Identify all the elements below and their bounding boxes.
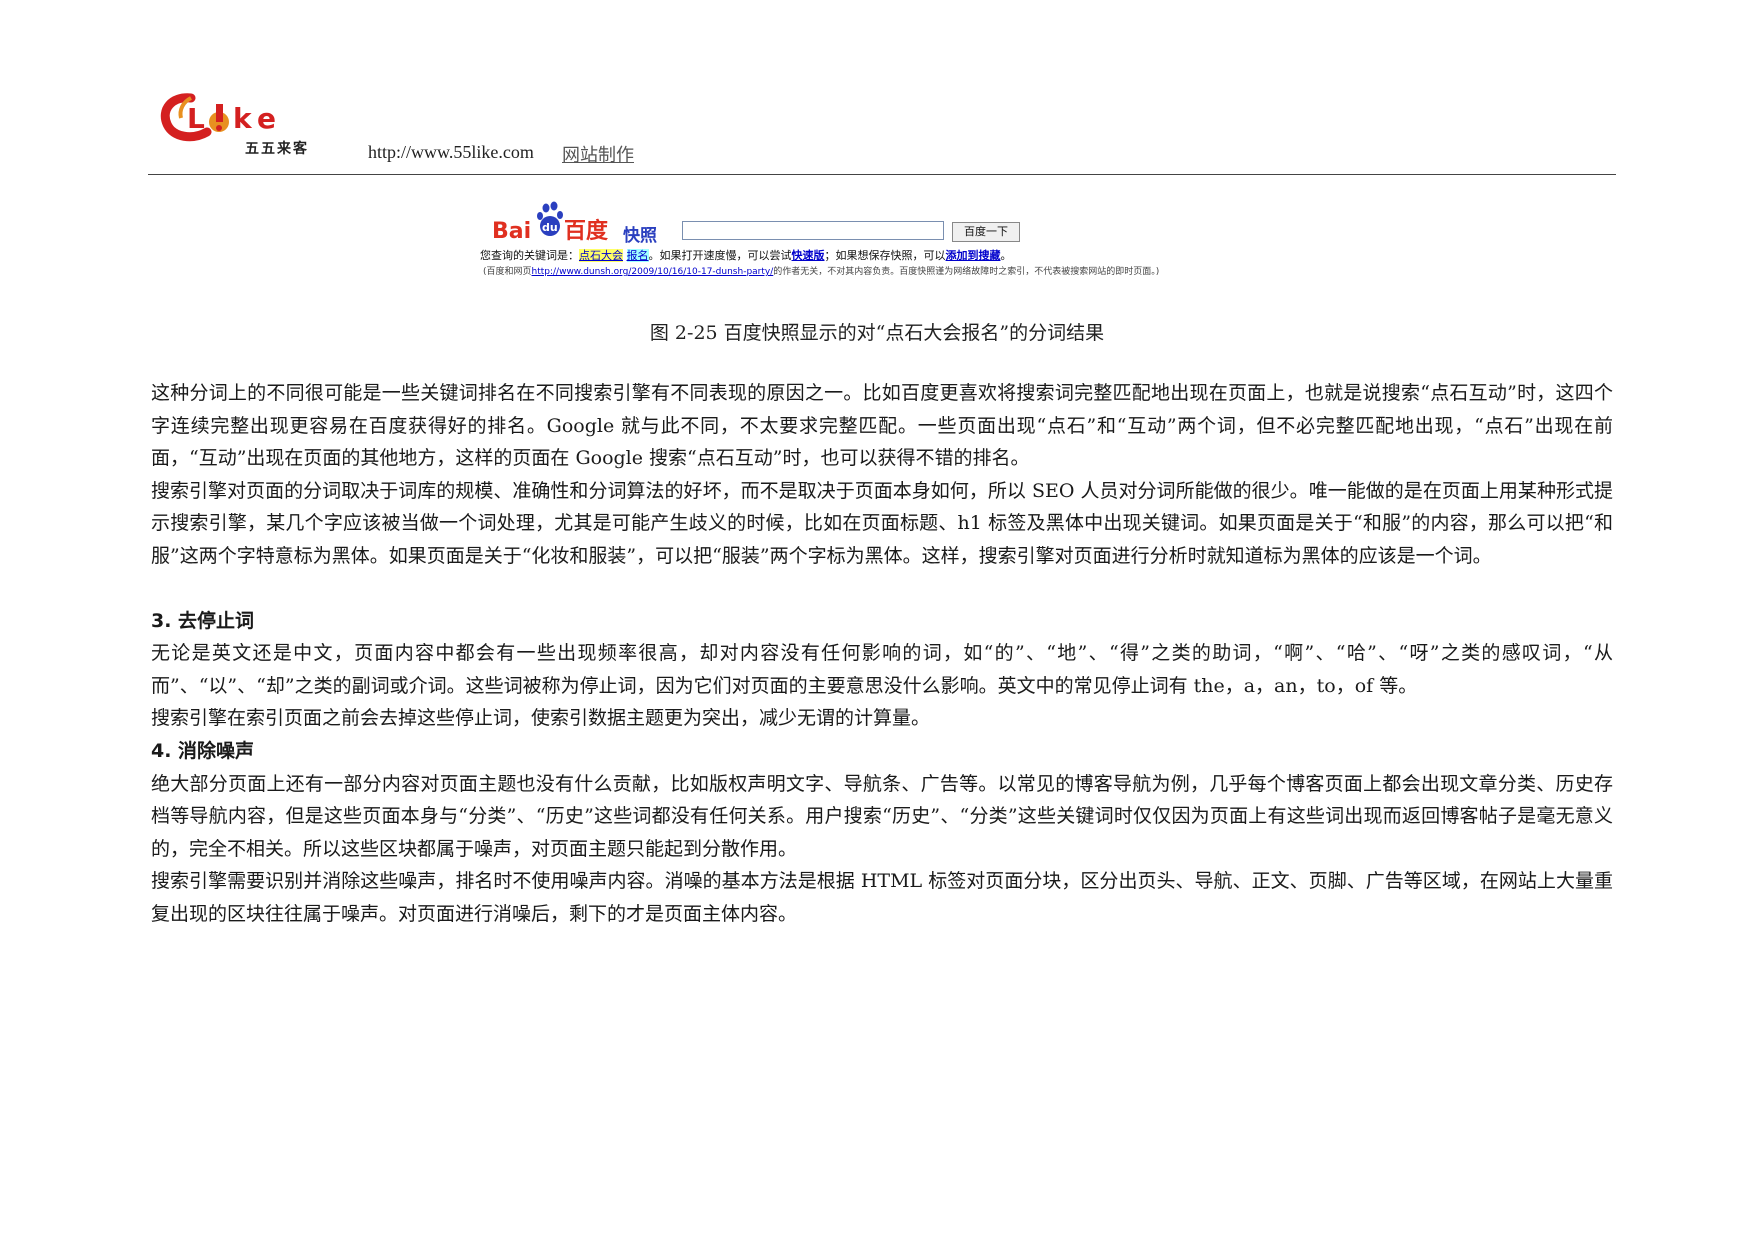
- paragraph: 搜索引擎对页面的分词取决于词库的规模、准确性和分词算法的好坏，而不是取决于页面本…: [151, 479, 1613, 567]
- svg-text:k: k: [233, 102, 253, 135]
- add-to-favorites-link[interactable]: 添加到搜藏: [946, 249, 1001, 262]
- section-heading: 4. 消除噪声: [151, 739, 255, 762]
- svg-text:L: L: [187, 102, 205, 135]
- baidu-paw-logo-icon: Bai du 百度: [492, 201, 609, 244]
- paragraph: 搜索引擎在索引页面之前会去掉这些停止词，使索引数据主题更为突出，减少无谓的计算量…: [151, 707, 931, 730]
- line-end: 。: [1000, 249, 1012, 262]
- disclaimer-suffix: 的作者无关，不对其内容负责。百度快照谨为网络故障时之索引，不代表被搜索网站的即时…: [773, 267, 1160, 277]
- paragraph: 绝大部分页面上还有一部分内容对页面主题也没有什么贡献，比如版权声明文字、导航条、…: [151, 772, 1613, 860]
- snapshot-label: 快照: [623, 226, 657, 246]
- save-hint-text: ；如果想保存快照，可以: [824, 249, 946, 262]
- snapshot-disclaimer-line: (百度和网页http://www.dunsh.org/2009/10/16/10…: [483, 264, 1159, 277]
- speed-hint-text: 。如果打开速度慢，可以尝试: [648, 249, 792, 262]
- fast-version-link[interactable]: 快速版: [792, 249, 825, 262]
- paragraph: 这种分词上的不同很可能是一些关键词排名在不同搜索引擎有不同表现的原因之一。比如百…: [151, 382, 1613, 470]
- figure-caption: 图 2-25 百度快照显示的对“点石大会报名”的分词结果: [649, 322, 1105, 344]
- logo-chinese-text: 五五来客: [245, 141, 309, 157]
- section-heading: 3. 去停止词: [151, 609, 255, 632]
- baidu-snapshot-figure: Bai du 百度 快照 百度一下 您查询的关键词是：点石大会 报名。如果打开速…: [480, 200, 1300, 280]
- baidu-search-input[interactable]: [682, 221, 944, 240]
- site-logo[interactable]: L k e 五五来客: [157, 88, 337, 158]
- svg-text:Bai: Bai: [492, 219, 531, 244]
- svg-text:e: e: [257, 102, 276, 135]
- disclaimer-prefix: (百度和网页: [483, 267, 532, 277]
- snapshot-keyword-line: 您查询的关键词是：点石大会 报名。如果打开速度慢，可以尝试快速版；如果想保存快照…: [480, 247, 1012, 263]
- header-divider: [148, 174, 1616, 175]
- page-header: L k e 五五来客 http://www.55like.com 网站制作: [0, 0, 1754, 180]
- baidu-search-button[interactable]: 百度一下: [952, 222, 1020, 242]
- svg-text:du: du: [542, 221, 558, 234]
- paragraph: 无论是英文还是中文，页面内容中都会有一些出现频率很高，却对内容没有任何影响的词，…: [151, 642, 1613, 697]
- source-page-link[interactable]: http://www.dunsh.org/2009/10/16/10-17-du…: [532, 267, 774, 277]
- keyword-highlight-1: 点石大会: [579, 249, 623, 262]
- keyword-prefix: 您查询的关键词是：: [480, 249, 579, 262]
- article-body: 这种分词上的不同很可能是一些关键词排名在不同搜索引擎有不同表现的原因之一。比如百…: [151, 377, 1613, 931]
- svg-text:百度: 百度: [564, 218, 609, 244]
- baidu-logo: Bai du 百度: [488, 200, 688, 244]
- website-making-link[interactable]: 网站制作: [562, 141, 634, 167]
- site-url[interactable]: http://www.55like.com: [368, 142, 534, 163]
- keyword-highlight-2: 报名: [626, 249, 649, 262]
- paragraph: 搜索引擎需要识别并消除这些噪声，排名时不使用噪声内容。消噪的基本方法是根据 HT…: [151, 870, 1613, 925]
